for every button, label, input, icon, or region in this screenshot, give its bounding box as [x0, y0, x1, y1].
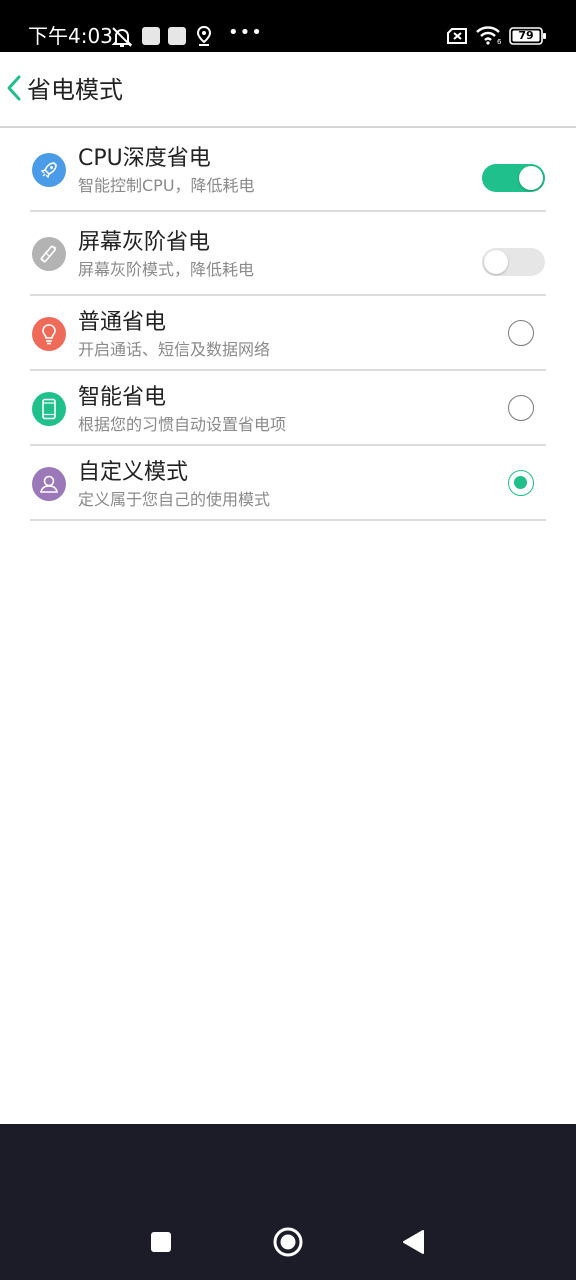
power-mode-list: CPU深度省电 智能控制CPU，降低耗电 ✦ ✦ 屏幕灰阶省电 屏幕灰阶模式，降低…	[0, 128, 576, 521]
home-circle-icon	[272, 1226, 304, 1262]
grayscale-saving-toggle[interactable]	[482, 248, 545, 276]
toggle-knob	[484, 250, 508, 274]
list-item-cpu-deep-saving[interactable]: CPU深度省电 智能控制CPU，降低耗电	[0, 128, 576, 212]
back-nav-button[interactable]	[398, 1229, 428, 1259]
toggle-knob	[519, 166, 543, 190]
item-subtitle: 屏幕灰阶模式，降低耗电	[78, 260, 255, 279]
user-icon	[32, 467, 66, 501]
page-title: 省电模式	[27, 76, 123, 104]
item-title: 智能省电	[78, 385, 167, 410]
no-sim-icon	[446, 28, 468, 44]
svg-text:✦: ✦	[52, 245, 57, 252]
item-subtitle: 根据您的习惯自动设置省电项	[78, 415, 287, 434]
status-bar: 下午4:03 ••• 6 79	[0, 0, 576, 52]
recents-square-icon	[150, 1231, 172, 1257]
radio-selected-dot	[514, 476, 527, 489]
item-title: CPU深度省电	[78, 146, 211, 171]
status-time: 下午4:03	[28, 24, 113, 48]
list-item-custom-mode[interactable]: 自定义模式 定义属于您自己的使用模式	[0, 446, 576, 521]
location-icon	[196, 25, 212, 46]
battery-level: 79	[518, 29, 534, 42]
item-title: 自定义模式	[78, 460, 189, 485]
recents-button[interactable]	[146, 1229, 176, 1259]
item-title: 普通省电	[78, 310, 167, 335]
svg-text:6: 6	[497, 38, 502, 45]
cpu-deep-saving-toggle[interactable]	[482, 164, 545, 192]
chevron-left-icon	[6, 74, 22, 106]
battery-icon: 79	[509, 27, 547, 45]
home-button[interactable]	[270, 1226, 306, 1262]
system-navigation-bar	[0, 1124, 576, 1280]
phone-icon	[32, 392, 66, 426]
notification-square-icon	[142, 27, 160, 45]
smart-saving-radio[interactable]	[508, 395, 534, 421]
back-button[interactable]	[0, 70, 28, 110]
app-header: 省电模式	[0, 52, 576, 128]
lightbulb-icon	[32, 317, 66, 351]
list-item-normal-saving[interactable]: 普通省电 开启通话、短信及数据网络	[0, 296, 576, 371]
custom-mode-radio[interactable]	[508, 470, 534, 496]
item-subtitle: 定义属于您自己的使用模式	[78, 490, 271, 509]
item-subtitle: 智能控制CPU，降低耗电	[78, 176, 255, 195]
list-item-smart-saving[interactable]: 智能省电 根据您的习惯自动设置省电项	[0, 371, 576, 446]
list-item-grayscale-saving[interactable]: ✦ ✦ 屏幕灰阶省电 屏幕灰阶模式，降低耗电	[0, 212, 576, 296]
item-title: 屏幕灰阶省电	[78, 230, 211, 255]
notification-square-icon	[168, 27, 186, 45]
item-subtitle: 开启通话、短信及数据网络	[78, 340, 271, 359]
magic-wand-icon: ✦ ✦	[32, 237, 66, 271]
wifi-icon: 6	[475, 25, 503, 46]
back-triangle-icon	[401, 1229, 425, 1259]
more-notifications-dots: •••	[228, 22, 263, 43]
svg-text:✦: ✦	[41, 258, 45, 264]
normal-saving-radio[interactable]	[508, 320, 534, 346]
mute-bell-icon	[110, 26, 134, 48]
rocket-icon	[32, 153, 66, 187]
